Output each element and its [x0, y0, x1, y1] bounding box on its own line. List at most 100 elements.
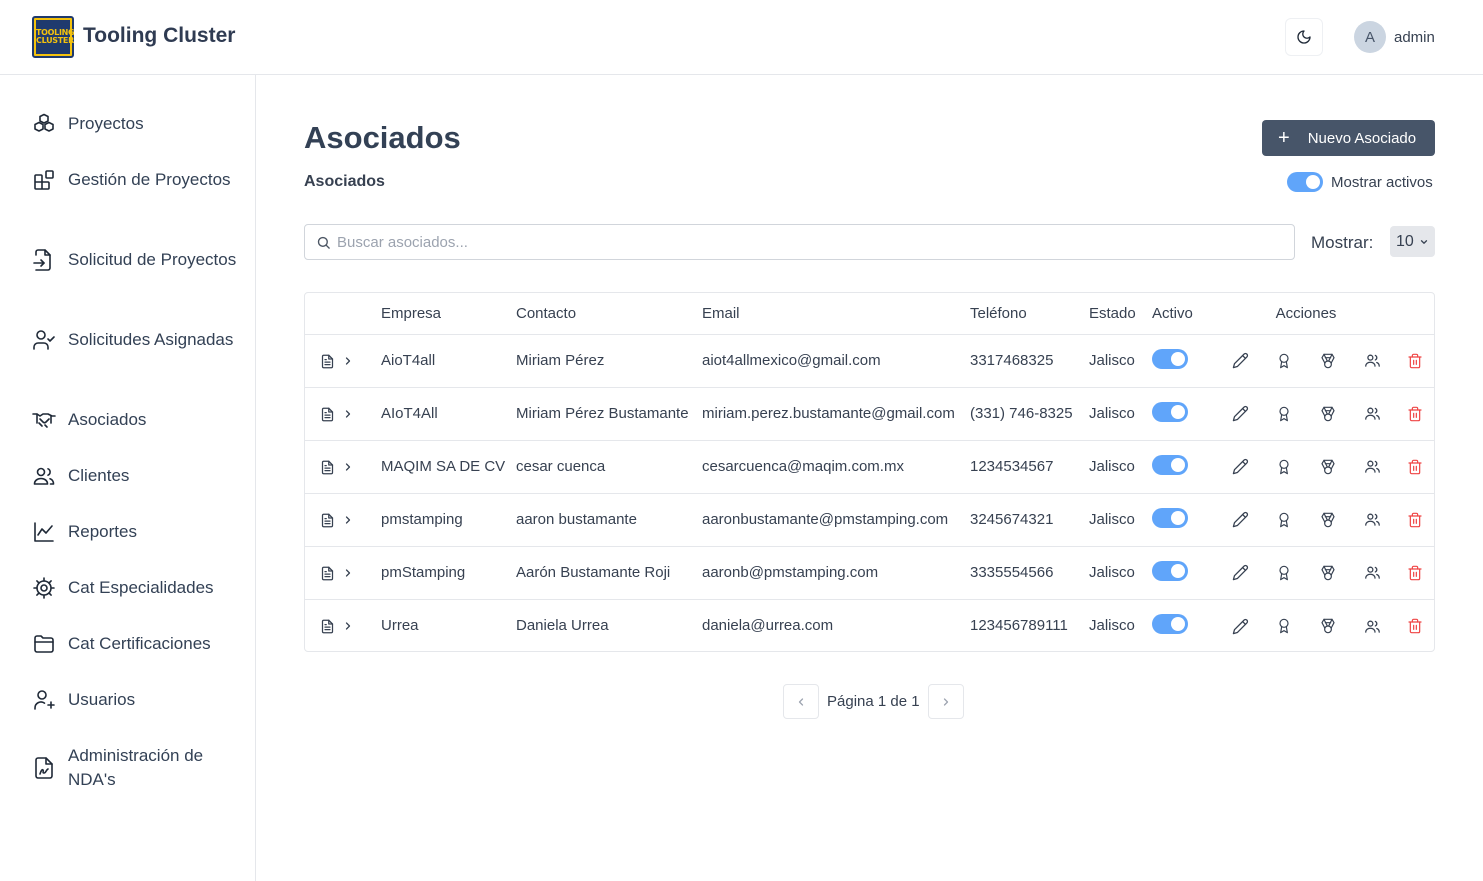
contacts-button[interactable] — [1350, 334, 1394, 388]
specialties-button[interactable] — [1306, 546, 1350, 600]
table-row[interactable]: AIoT4All Miriam Pérez Bustamante miriam.pe… — [305, 387, 1434, 441]
user-name[interactable]: admin — [1394, 29, 1435, 46]
search-icon — [317, 236, 330, 249]
table-row[interactable]: MAQIM SA DE CV cesar cuenca cesarcuenca@ma… — [305, 440, 1434, 494]
certifications-button[interactable] — [1262, 387, 1306, 441]
header-empresa[interactable]: Empresa — [381, 293, 516, 335]
table-row[interactable]: pmstamping aaron bustamante aaronbustamant… — [305, 493, 1434, 547]
delete-button[interactable] — [1394, 599, 1434, 651]
header-activo[interactable]: Activo — [1152, 293, 1218, 335]
certifications-button[interactable] — [1262, 599, 1306, 651]
document-icon[interactable] — [320, 617, 335, 634]
sidebar-item-clientes[interactable]: Clientes — [32, 464, 242, 488]
delete-button[interactable] — [1394, 334, 1434, 388]
sidebar-item-label: Asociados — [68, 410, 147, 429]
delete-button[interactable] — [1394, 440, 1434, 494]
chevron-right-icon[interactable] — [342, 352, 354, 369]
contacts-button[interactable] — [1350, 387, 1394, 441]
specialties-button[interactable] — [1306, 387, 1350, 441]
sidebar-item-cat-certificaciones[interactable]: Cat Certificaciones — [32, 632, 242, 656]
cell-telefono: 123456789111 — [970, 617, 1068, 635]
sidebar-item-reportes[interactable]: Reportes — [32, 520, 242, 544]
specialties-button[interactable] — [1306, 493, 1350, 547]
page-size-select[interactable]: 10 — [1390, 226, 1435, 257]
sidebar-item-solicitudes-asignadas[interactable]: Solicitudes Asignadas — [32, 328, 242, 352]
sidebar-item-label: Cat Especialidades — [68, 578, 214, 597]
header-estado[interactable]: Estado — [1089, 293, 1152, 335]
header-telefono[interactable]: Teléfono — [970, 293, 1089, 335]
award-icon — [1276, 564, 1292, 581]
delete-button[interactable] — [1394, 493, 1434, 547]
table-row[interactable]: AioT4all Miriam Pérez aiot4allmexico@gmail… — [305, 334, 1434, 388]
edit-button[interactable] — [1218, 440, 1262, 494]
header-email[interactable]: Email — [702, 293, 970, 335]
active-toggle[interactable] — [1152, 454, 1188, 475]
table-row[interactable]: pmStamping Aarón Bustamante Roji aaronb@pm… — [305, 546, 1434, 600]
active-toggle[interactable] — [1152, 348, 1188, 369]
delete-button[interactable] — [1394, 387, 1434, 441]
active-toggle[interactable] — [1152, 401, 1188, 422]
document-icon[interactable] — [320, 352, 335, 369]
active-toggle[interactable] — [1152, 560, 1188, 581]
specialties-button[interactable] — [1306, 440, 1350, 494]
edit-button[interactable] — [1218, 599, 1262, 651]
chevron-right-icon[interactable] — [342, 458, 354, 475]
table-row[interactable]: Urrea Daniela Urrea daniela@urrea.com 12345… — [305, 599, 1434, 651]
specialties-button[interactable] — [1306, 334, 1350, 388]
sidebar-item-solicitud-proyectos[interactable]: Solicitud de Proyectos — [32, 248, 242, 272]
certifications-button[interactable] — [1262, 440, 1306, 494]
contacts-button[interactable] — [1350, 493, 1394, 547]
certifications-button[interactable] — [1262, 493, 1306, 547]
cell-activo — [1152, 493, 1218, 547]
edit-button[interactable] — [1218, 493, 1262, 547]
specialties-button[interactable] — [1306, 599, 1350, 651]
edit-button[interactable] — [1218, 387, 1262, 441]
header-contacto[interactable]: Contacto — [516, 293, 702, 335]
document-icon[interactable] — [320, 511, 335, 528]
sidebar-item-nda[interactable]: Administración de NDA's — [32, 744, 242, 792]
edit-button[interactable] — [1218, 334, 1262, 388]
users-icon — [1364, 352, 1381, 369]
cell-email: miriam.perez.bustamante@gmail.com — [702, 387, 970, 441]
show-active-toggle[interactable] — [1287, 172, 1323, 192]
sidebar-item-asociados[interactable]: Asociados — [32, 408, 242, 432]
cell-estado: Jalisco — [1089, 493, 1152, 547]
row-controls — [305, 599, 381, 651]
document-icon[interactable] — [320, 564, 335, 581]
chevron-right-icon[interactable] — [342, 617, 354, 634]
contacts-button[interactable] — [1350, 546, 1394, 600]
chevron-right-icon[interactable] — [342, 511, 354, 528]
search-input[interactable] — [337, 225, 1277, 259]
active-toggle[interactable] — [1152, 507, 1188, 528]
cell-activo — [1152, 387, 1218, 441]
app-logo[interactable]: TOOLING CLUSTER — [32, 16, 75, 58]
sidebar-item-proyectos[interactable]: Proyectos — [32, 112, 242, 136]
sidebar-item-label: Proyectos — [68, 114, 144, 133]
contacts-button[interactable] — [1350, 440, 1394, 494]
pencil-icon — [1232, 352, 1249, 369]
cell-activo — [1152, 334, 1218, 388]
cell-estado: Jalisco — [1089, 387, 1152, 441]
chevron-right-icon[interactable] — [342, 564, 354, 581]
document-icon[interactable] — [320, 405, 335, 422]
edit-button[interactable] — [1218, 546, 1262, 600]
certifications-button[interactable] — [1262, 334, 1306, 388]
document-icon[interactable] — [320, 458, 335, 475]
active-toggle[interactable] — [1152, 613, 1188, 634]
avatar[interactable]: A — [1354, 21, 1386, 53]
delete-button[interactable] — [1394, 546, 1434, 600]
chevron-right-icon[interactable] — [342, 405, 354, 422]
award-icon — [1276, 352, 1292, 369]
next-page-button[interactable] — [927, 684, 964, 719]
sidebar-item-gestion-proyectos[interactable]: Gestión de Proyectos — [32, 168, 242, 192]
new-associate-button[interactable]: + Nuevo Asociado — [1262, 120, 1435, 156]
certifications-button[interactable] — [1262, 546, 1306, 600]
cell-telefono: 1234534567 — [970, 440, 1089, 494]
theme-toggle-button[interactable] — [1285, 18, 1323, 56]
contacts-button[interactable] — [1350, 599, 1394, 651]
cell-contacto: Daniela Urrea — [516, 617, 609, 635]
prev-page-button[interactable] — [783, 684, 819, 719]
users-icon — [1364, 564, 1381, 581]
sidebar-item-usuarios[interactable]: Usuarios — [32, 688, 242, 712]
sidebar-item-cat-especialidades[interactable]: Cat Especialidades — [32, 576, 242, 600]
